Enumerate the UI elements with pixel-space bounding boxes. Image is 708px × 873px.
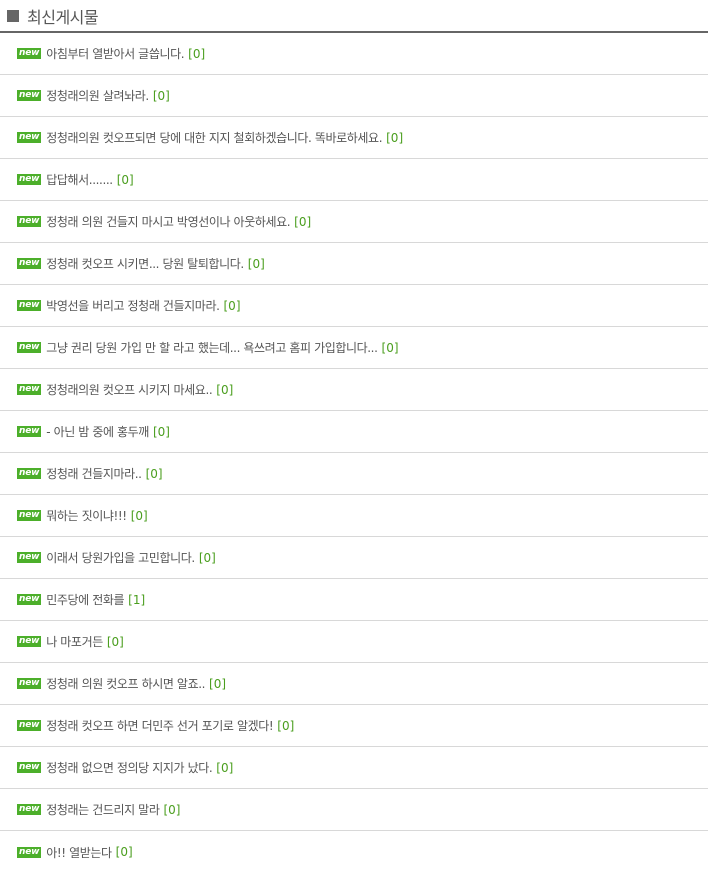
new-badge-icon: new <box>17 426 42 437</box>
comment-count[interactable]: [0] <box>386 131 403 145</box>
post-title-link[interactable]: 아!! 열받는다 <box>46 844 112 861</box>
post-title-link[interactable]: - 아닌 밤 중에 홍두깨 <box>46 423 149 440</box>
post-title-link[interactable]: 민주당에 전화를 <box>46 591 124 608</box>
post-row: new 정청래 컷오프 시키면... 당원 탈퇴합니다. [0] <box>0 243 708 285</box>
new-badge-icon: new <box>17 678 42 689</box>
post-row: new 정청래의원 살려놔라. [0] <box>0 75 708 117</box>
new-badge-icon: new <box>17 762 42 773</box>
post-row: new - 아닌 밤 중에 홍두깨 [0] <box>0 411 708 453</box>
new-badge-icon: new <box>17 342 42 353</box>
comment-count[interactable]: [0] <box>294 215 311 229</box>
new-badge-icon: new <box>17 720 42 731</box>
post-row: new 이래서 당원가입을 고민합니다. [0] <box>0 537 708 579</box>
post-title-link[interactable]: 이래서 당원가입을 고민합니다. <box>46 549 195 566</box>
post-row: new 박영선을 버리고 정청래 건들지마라. [0] <box>0 285 708 327</box>
comment-count[interactable]: [0] <box>209 677 226 691</box>
comment-count[interactable]: [0] <box>188 47 205 61</box>
comment-count[interactable]: [0] <box>131 509 148 523</box>
post-title-link[interactable]: 정청래의원 컷오프 시키지 마세요.. <box>46 381 212 398</box>
new-badge-icon: new <box>17 468 42 479</box>
post-row: new 정청래는 건드리지 말라 [0] <box>0 789 708 831</box>
post-list: new 아침부터 열받아서 글씁니다. [0] new 정청래의원 살려놔라. [0] ne… <box>0 33 708 873</box>
new-badge-icon: new <box>17 300 42 311</box>
new-badge-icon: new <box>17 48 42 59</box>
post-title-link[interactable]: 정청래는 건드리지 말라 <box>46 801 160 818</box>
post-row: new 정청래 없으면 정의당 지지가 났다. [0] <box>0 747 708 789</box>
comment-count[interactable]: [0] <box>216 761 233 775</box>
new-badge-icon: new <box>17 90 42 101</box>
post-title-link[interactable]: 정청래 건들지마라.. <box>46 465 142 482</box>
comment-count[interactable]: [0] <box>224 299 241 313</box>
post-title-link[interactable]: 나 마포거든 <box>46 633 103 650</box>
comment-count[interactable]: [0] <box>277 719 294 733</box>
post-row: new 그냥 권리 당원 가입 만 할 라고 했는데... 욕쓰려고 홈피 가입합… <box>0 327 708 369</box>
new-badge-icon: new <box>17 846 42 858</box>
comment-count[interactable]: [0] <box>153 425 170 439</box>
latest-posts-board: 최신게시물 new 아침부터 열받아서 글씁니다. [0] new 정청래의원 살려놔라… <box>0 0 708 873</box>
new-badge-icon: new <box>17 636 42 647</box>
comment-count[interactable]: [0] <box>199 551 216 565</box>
post-title-link[interactable]: 정청래 의원 건들지 마시고 박영선이나 아웃하세요. <box>46 213 290 230</box>
comment-count[interactable]: [0] <box>382 341 399 355</box>
new-badge-icon: new <box>17 510 42 521</box>
new-badge-icon: new <box>17 258 42 269</box>
comment-count[interactable]: [0] <box>163 803 180 817</box>
post-row: new 아침부터 열받아서 글씁니다. [0] <box>0 33 708 75</box>
post-row: new 뭐하는 짓이냐!!! [0] <box>0 495 708 537</box>
post-row: new 답답해서....... [0] <box>0 159 708 201</box>
comment-count[interactable]: [0] <box>116 845 133 859</box>
post-title-link[interactable]: 정청래의원 컷오프되면 당에 대한 지지 철회하겠습니다. 똑바로하세요. <box>46 129 382 146</box>
square-bullet-icon <box>7 9 19 22</box>
post-title-link[interactable]: 박영선을 버리고 정청래 건들지마라. <box>46 297 220 314</box>
post-title-link[interactable]: 뭐하는 짓이냐!!! <box>46 507 127 524</box>
post-row: new 나 마포거든 [0] <box>0 621 708 663</box>
post-title-link[interactable]: 정청래 컷오프 하면 더민주 선거 포기로 알겠다! <box>46 717 273 734</box>
post-row: new 정청래 건들지마라.. [0] <box>0 453 708 495</box>
comment-count[interactable]: [0] <box>146 467 163 481</box>
post-title-link[interactable]: 정청래의원 살려놔라. <box>46 87 149 104</box>
board-header: 최신게시물 <box>0 0 708 33</box>
post-title-link[interactable]: 답답해서....... <box>46 171 113 188</box>
new-badge-icon: new <box>17 804 42 815</box>
post-row: new 정청래의원 컷오프 시키지 마세요.. [0] <box>0 369 708 411</box>
comment-count[interactable]: [0] <box>117 173 134 187</box>
new-badge-icon: new <box>17 552 42 563</box>
new-badge-icon: new <box>17 216 42 227</box>
comment-count[interactable]: [1] <box>128 593 145 607</box>
post-title-link[interactable]: 정청래 의원 컷오프 하시면 알죠.. <box>46 675 205 692</box>
post-row: new 민주당에 전화를 [1] <box>0 579 708 621</box>
post-row: new 아!! 열받는다 [0] <box>0 831 708 873</box>
comment-count[interactable]: [0] <box>107 635 124 649</box>
post-row: new 정청래 의원 컷오프 하시면 알죠.. [0] <box>0 663 708 705</box>
board-title: 최신게시물 <box>27 7 99 27</box>
post-title-link[interactable]: 정청래 컷오프 시키면... 당원 탈퇴합니다. <box>46 255 244 272</box>
post-title-link[interactable]: 아침부터 열받아서 글씁니다. <box>46 45 184 62</box>
post-title-link[interactable]: 정청래 없으면 정의당 지지가 났다. <box>46 759 212 776</box>
comment-count[interactable]: [0] <box>216 383 233 397</box>
post-row: new 정청래 의원 건들지 마시고 박영선이나 아웃하세요. [0] <box>0 201 708 243</box>
comment-count[interactable]: [0] <box>153 89 170 103</box>
comment-count[interactable]: [0] <box>248 257 265 271</box>
post-row: new 정청래의원 컷오프되면 당에 대한 지지 철회하겠습니다. 똑바로하세요.… <box>0 117 708 159</box>
new-badge-icon: new <box>17 132 42 143</box>
new-badge-icon: new <box>17 174 42 185</box>
post-row: new 정청래 컷오프 하면 더민주 선거 포기로 알겠다! [0] <box>0 705 708 747</box>
new-badge-icon: new <box>17 384 42 395</box>
post-title-link[interactable]: 그냥 권리 당원 가입 만 할 라고 했는데... 욕쓰려고 홈피 가입합니다.… <box>46 339 378 356</box>
new-badge-icon: new <box>17 594 42 605</box>
